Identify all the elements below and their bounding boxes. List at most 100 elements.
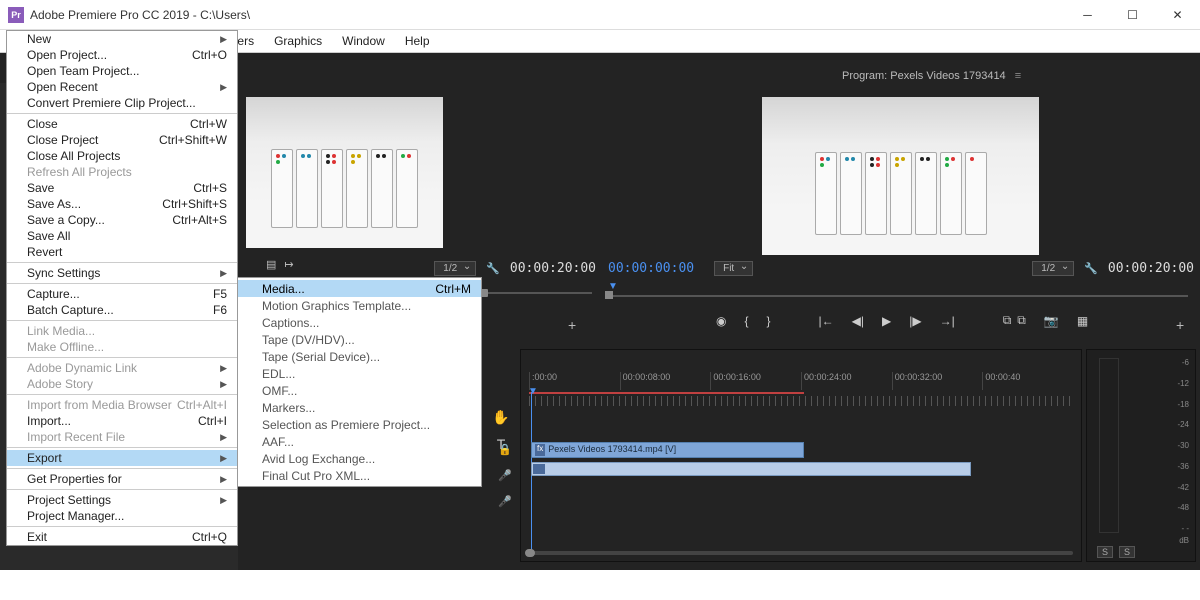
export-item-tape-dv-hdv[interactable]: Tape (DV/HDV)...: [238, 331, 481, 348]
menu-item-save-as[interactable]: Save As...Ctrl+Shift+S: [7, 196, 237, 212]
meter-scale-mark: -36: [1177, 462, 1189, 471]
export-item-final-cut-pro-xml[interactable]: Final Cut Pro XML...: [238, 467, 481, 484]
menu-item-save-a-copy[interactable]: Save a Copy...Ctrl+Alt+S: [7, 212, 237, 228]
menu-item-convert-premiere-clip-project[interactable]: Convert Premiere Clip Project...: [7, 95, 237, 111]
fx-badge: fx: [535, 444, 545, 456]
meter-scale-mark: -12: [1177, 379, 1189, 388]
menu-item-get-properties-for[interactable]: Get Properties for▶: [7, 471, 237, 487]
go-to-in-button[interactable]: |←: [819, 314, 834, 328]
menu-item-save[interactable]: SaveCtrl+S: [7, 180, 237, 196]
menu-item-close-all-projects[interactable]: Close All Projects: [7, 148, 237, 164]
menu-graphics[interactable]: Graphics: [264, 32, 332, 50]
source-zoom-dropdown[interactable]: 1/2: [434, 261, 476, 276]
menu-item-new[interactable]: New▶: [7, 31, 237, 47]
solo-button[interactable]: S: [1097, 546, 1113, 558]
program-fit-dropdown[interactable]: Fit: [714, 261, 753, 276]
go-to-out-button[interactable]: →|: [940, 314, 955, 328]
export-item-captions[interactable]: Captions...: [238, 314, 481, 331]
submenu-arrow-icon: ▶: [220, 379, 227, 390]
export-item-media[interactable]: Media...Ctrl+M: [238, 280, 481, 297]
menu-item-revert[interactable]: Revert: [7, 244, 237, 260]
menu-item-import-recent-file: Import Recent File▶: [7, 429, 237, 445]
meter-scale-mark: -6: [1177, 358, 1189, 367]
close-button[interactable]: ✕: [1155, 0, 1200, 30]
marker-button[interactable]: ◉: [716, 314, 726, 328]
export-item-aaf[interactable]: AAF...: [238, 433, 481, 450]
add-button[interactable]: +: [568, 317, 576, 333]
menu-item-batch-capture[interactable]: Batch Capture...F6: [7, 302, 237, 318]
menu-item-capture[interactable]: Capture...F5: [7, 286, 237, 302]
program-monitor[interactable]: [762, 97, 1039, 255]
submenu-arrow-icon: ▶: [220, 474, 227, 485]
panel-menu-icon[interactable]: ≡: [1012, 70, 1021, 82]
submenu-arrow-icon: ▶: [220, 34, 227, 45]
meter-scale-mark: -42: [1177, 483, 1189, 492]
wrench-icon[interactable]: 🔧: [486, 262, 500, 275]
menu-item-close-project[interactable]: Close ProjectCtrl+Shift+W: [7, 132, 237, 148]
menu-item-exit[interactable]: ExitCtrl+Q: [7, 529, 237, 545]
export-item-omf[interactable]: OMF...: [238, 382, 481, 399]
step-back-button[interactable]: ◀|: [852, 314, 864, 328]
playhead-icon[interactable]: ▼: [528, 386, 538, 397]
in-point-button[interactable]: {: [744, 314, 748, 328]
time-ruler[interactable]: :00:0000:00:08:0000:00:16:0000:00:24:000…: [529, 372, 1073, 390]
work-area-bar[interactable]: [529, 392, 804, 394]
fx-badge: [533, 464, 545, 474]
menu-item-open-recent[interactable]: Open Recent▶: [7, 79, 237, 95]
menu-item-project-manager[interactable]: Project Manager...: [7, 508, 237, 524]
timeline-zoom-scroll[interactable]: [529, 549, 1073, 557]
meter-bars: [1099, 358, 1119, 533]
menu-item-save-all[interactable]: Save All: [7, 228, 237, 244]
db-label: dB: [1179, 536, 1189, 545]
extract-button[interactable]: ⧉: [1017, 313, 1026, 328]
program-timecode-out: 00:00:20:00: [1108, 261, 1194, 276]
source-monitor[interactable]: [246, 97, 443, 248]
audio-clip[interactable]: [531, 462, 971, 476]
out-point-button[interactable]: }: [767, 314, 771, 328]
export-submenu: Media...Ctrl+MMotion Graphics Template..…: [237, 277, 482, 487]
step-fwd-button[interactable]: |▶: [909, 314, 921, 328]
menu-item-import-from-media-browser: Import from Media BrowserCtrl+Alt+I: [7, 397, 237, 413]
menu-window[interactable]: Window: [332, 32, 395, 50]
menu-item-refresh-all-projects: Refresh All Projects: [7, 164, 237, 180]
add-button[interactable]: +: [1176, 317, 1184, 333]
time-tick: 00:00:08:00: [620, 372, 711, 390]
submenu-arrow-icon: ▶: [220, 363, 227, 374]
maximize-button[interactable]: ☐: [1110, 0, 1155, 30]
menu-item-sync-settings[interactable]: Sync Settings▶: [7, 265, 237, 281]
export-item-markers[interactable]: Markers...: [238, 399, 481, 416]
voiceover-mic-icon[interactable]: 🎤: [498, 469, 512, 482]
export-item-motion-graphics-template[interactable]: Motion Graphics Template...: [238, 297, 481, 314]
menu-item-export[interactable]: Export▶: [7, 450, 237, 466]
menu-item-open-project[interactable]: Open Project...Ctrl+O: [7, 47, 237, 63]
video-clip[interactable]: fx Pexels Videos 1793414.mp4 [V]: [531, 442, 804, 458]
menu-help[interactable]: Help: [395, 32, 440, 50]
export-item-edl[interactable]: EDL...: [238, 365, 481, 382]
track-lock-icon[interactable]: 🔒: [498, 443, 512, 456]
menu-item-import[interactable]: Import...Ctrl+I: [7, 413, 237, 429]
menu-item-project-settings[interactable]: Project Settings▶: [7, 492, 237, 508]
export-frame-button[interactable]: 📷: [1044, 314, 1059, 328]
menu-item-open-team-project[interactable]: Open Team Project...: [7, 63, 237, 79]
play-button[interactable]: ▶: [882, 314, 891, 328]
menu-item-close[interactable]: CloseCtrl+W: [7, 116, 237, 132]
minimize-button[interactable]: ─: [1065, 0, 1110, 30]
export-item-avid-log-exchange[interactable]: Avid Log Exchange...: [238, 450, 481, 467]
wrench-icon[interactable]: 🔧: [1084, 262, 1098, 275]
compare-button[interactable]: ▦: [1077, 314, 1088, 328]
meter-scale-mark: -48: [1177, 503, 1189, 512]
file-menu-dropdown: New▶Open Project...Ctrl+OOpen Team Proje…: [6, 30, 238, 546]
program-timecode-in[interactable]: 00:00:00:00: [608, 261, 694, 276]
lift-button[interactable]: ⧉: [1003, 313, 1012, 328]
export-item-tape-serial-device[interactable]: Tape (Serial Device)...: [238, 348, 481, 365]
hand-tool[interactable]: ✋: [492, 409, 509, 426]
menu-item-adobe-dynamic-link: Adobe Dynamic Link▶: [7, 360, 237, 376]
time-tick: 00:00:24:00: [801, 372, 892, 390]
program-zoom-dropdown[interactable]: 1/2: [1032, 261, 1074, 276]
export-item-selection-as-premiere-project[interactable]: Selection as Premiere Project...: [238, 416, 481, 433]
meter-scale-mark: -24: [1177, 420, 1189, 429]
solo-button[interactable]: S: [1119, 546, 1135, 558]
voiceover-mic-icon[interactable]: 🎤: [498, 495, 512, 508]
timeline-panel[interactable]: :00:0000:00:08:0000:00:16:0000:00:24:000…: [520, 349, 1082, 562]
program-panel-title: Program: Pexels Videos 1793414 ≡: [842, 70, 1021, 82]
